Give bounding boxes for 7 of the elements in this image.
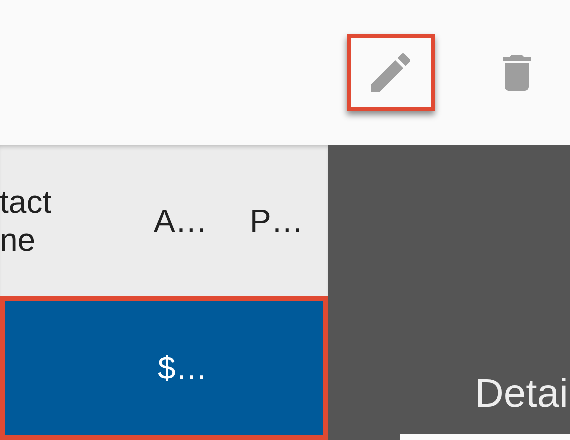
- column-header[interactable]: A…: [154, 202, 208, 240]
- table-row[interactable]: $…: [0, 296, 328, 440]
- table-cell-text: $…: [158, 349, 208, 388]
- column-header[interactable]: tact ne: [0, 182, 52, 258]
- column-header[interactable]: P…: [250, 202, 304, 240]
- details-title: Detai: [474, 371, 570, 418]
- edit-button[interactable]: [347, 34, 435, 111]
